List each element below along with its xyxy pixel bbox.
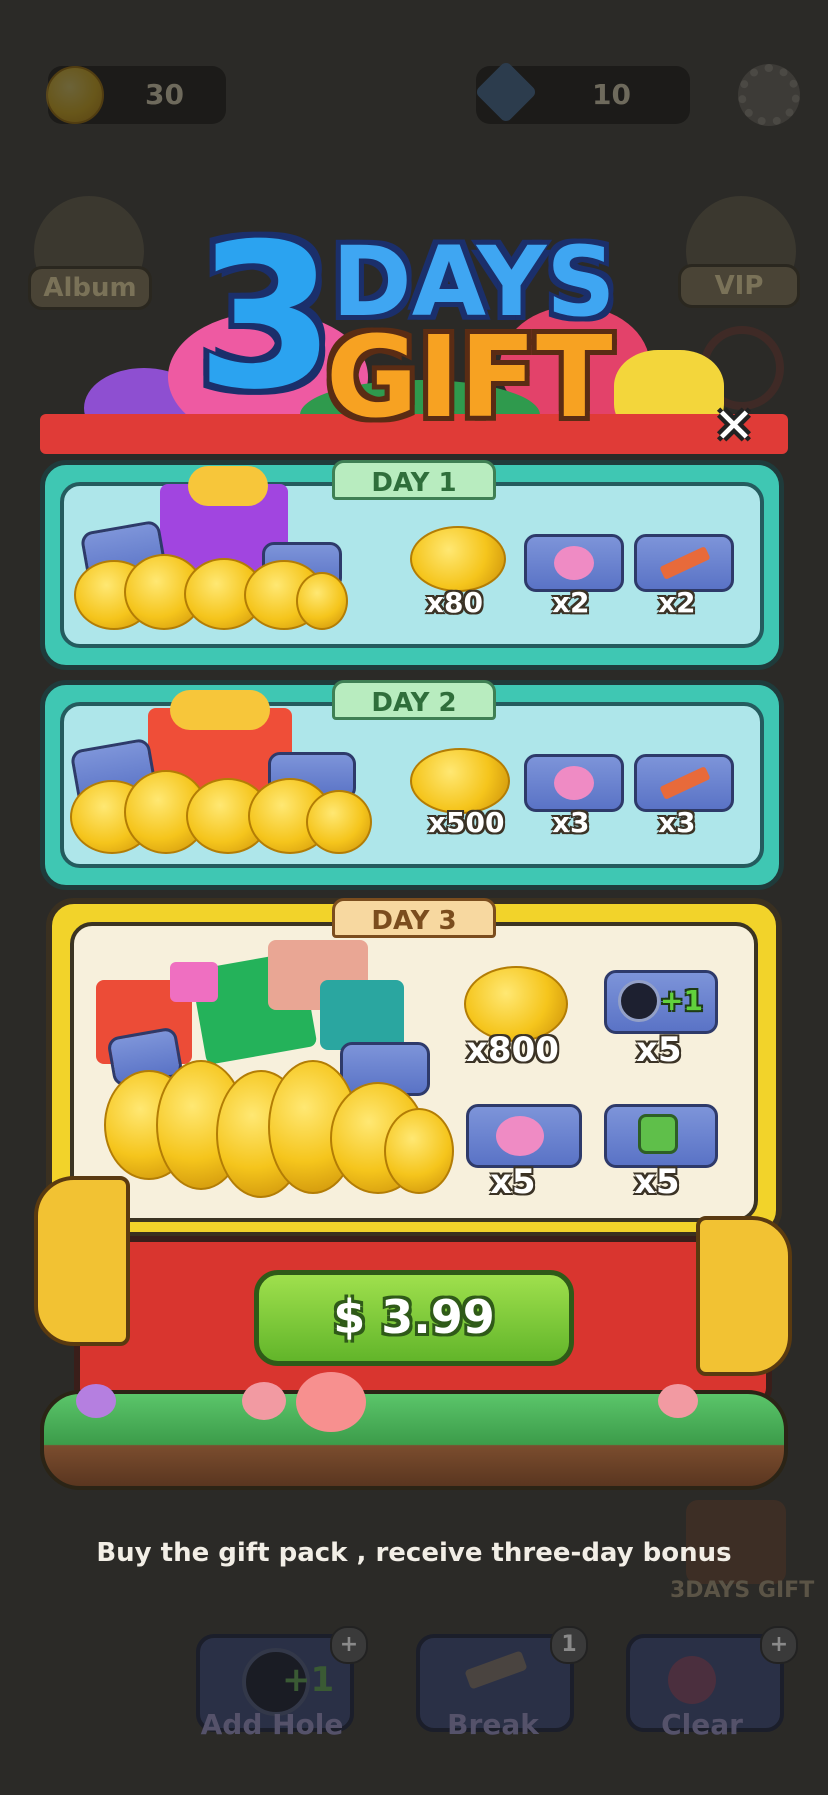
chest-ribbon-left	[34, 1176, 130, 1346]
flower-pink-icon	[242, 1382, 286, 1420]
day1-bow-icon	[188, 466, 268, 506]
day1-coins-qty: x80	[426, 586, 484, 619]
day2-label: DAY 2	[332, 680, 496, 720]
break-label: Break	[447, 1708, 539, 1741]
day2-clear-qty: x3	[552, 806, 590, 839]
day3-gift-teal-icon	[320, 980, 404, 1050]
title-gift: GIFT	[326, 313, 613, 443]
title-number: 3	[196, 201, 336, 434]
add-hole-plus-one: +1	[282, 1660, 335, 1700]
day3-hole-plus-one: +1	[660, 984, 703, 1017]
gift-side-label: 3DAYS GIFT	[670, 1578, 815, 1603]
day3-hole-icon	[618, 980, 660, 1022]
day3-clear-qty: x5	[490, 1162, 536, 1202]
day1-coin-pile-5	[296, 572, 348, 630]
close-icon[interactable]: ✕	[710, 402, 758, 450]
day2-hammer-qty: x3	[658, 806, 696, 839]
flower-purple-icon	[76, 1384, 116, 1418]
day3-coin-pile-6	[384, 1108, 454, 1194]
promo-caption: Buy the gift pack , receive three-day bo…	[96, 1538, 732, 1568]
day2-coins-icon	[410, 748, 510, 814]
clear-badge: +	[760, 1626, 798, 1664]
album-label: Album	[28, 266, 152, 310]
day2-bow-icon	[170, 690, 270, 730]
flower-small-icon	[658, 1384, 698, 1418]
settings-gear-icon[interactable]	[738, 64, 800, 126]
day2-coins-qty: x500	[428, 806, 505, 839]
day3-shuffle-qty: x5	[634, 1162, 680, 1202]
day1-hammer-qty: x2	[658, 586, 696, 619]
day2-coin-pile-5	[306, 790, 372, 854]
day2-broom-icon	[554, 766, 594, 800]
day3-hole-qty: x5	[636, 1030, 682, 1070]
clear-broom-icon	[668, 1656, 716, 1704]
coin-count: 30	[145, 78, 184, 111]
day1-broom-icon	[554, 546, 594, 580]
add-hole-label: Add Hole	[200, 1708, 344, 1741]
break-badge: 1	[550, 1626, 588, 1664]
day1-coins-icon	[410, 526, 506, 592]
day3-coins-qty: x800	[466, 1030, 559, 1070]
vip-label: VIP	[678, 264, 800, 308]
chest-ribbon-right	[696, 1216, 792, 1376]
day1-label: DAY 1	[332, 460, 496, 500]
day3-label: DAY 3	[332, 898, 496, 938]
day3-broom-icon	[496, 1116, 544, 1156]
gem-count: 10	[592, 78, 631, 111]
day1-clear-qty: x2	[552, 586, 590, 619]
price-label: $ 3.99	[333, 1290, 495, 1344]
clear-label: Clear	[661, 1708, 743, 1741]
flower-rose-icon	[296, 1372, 366, 1432]
day3-shuffle-icon	[638, 1114, 678, 1154]
add-hole-badge: +	[330, 1626, 368, 1664]
day3-gift-pink-icon	[170, 962, 218, 1002]
coin-icon	[46, 66, 104, 124]
